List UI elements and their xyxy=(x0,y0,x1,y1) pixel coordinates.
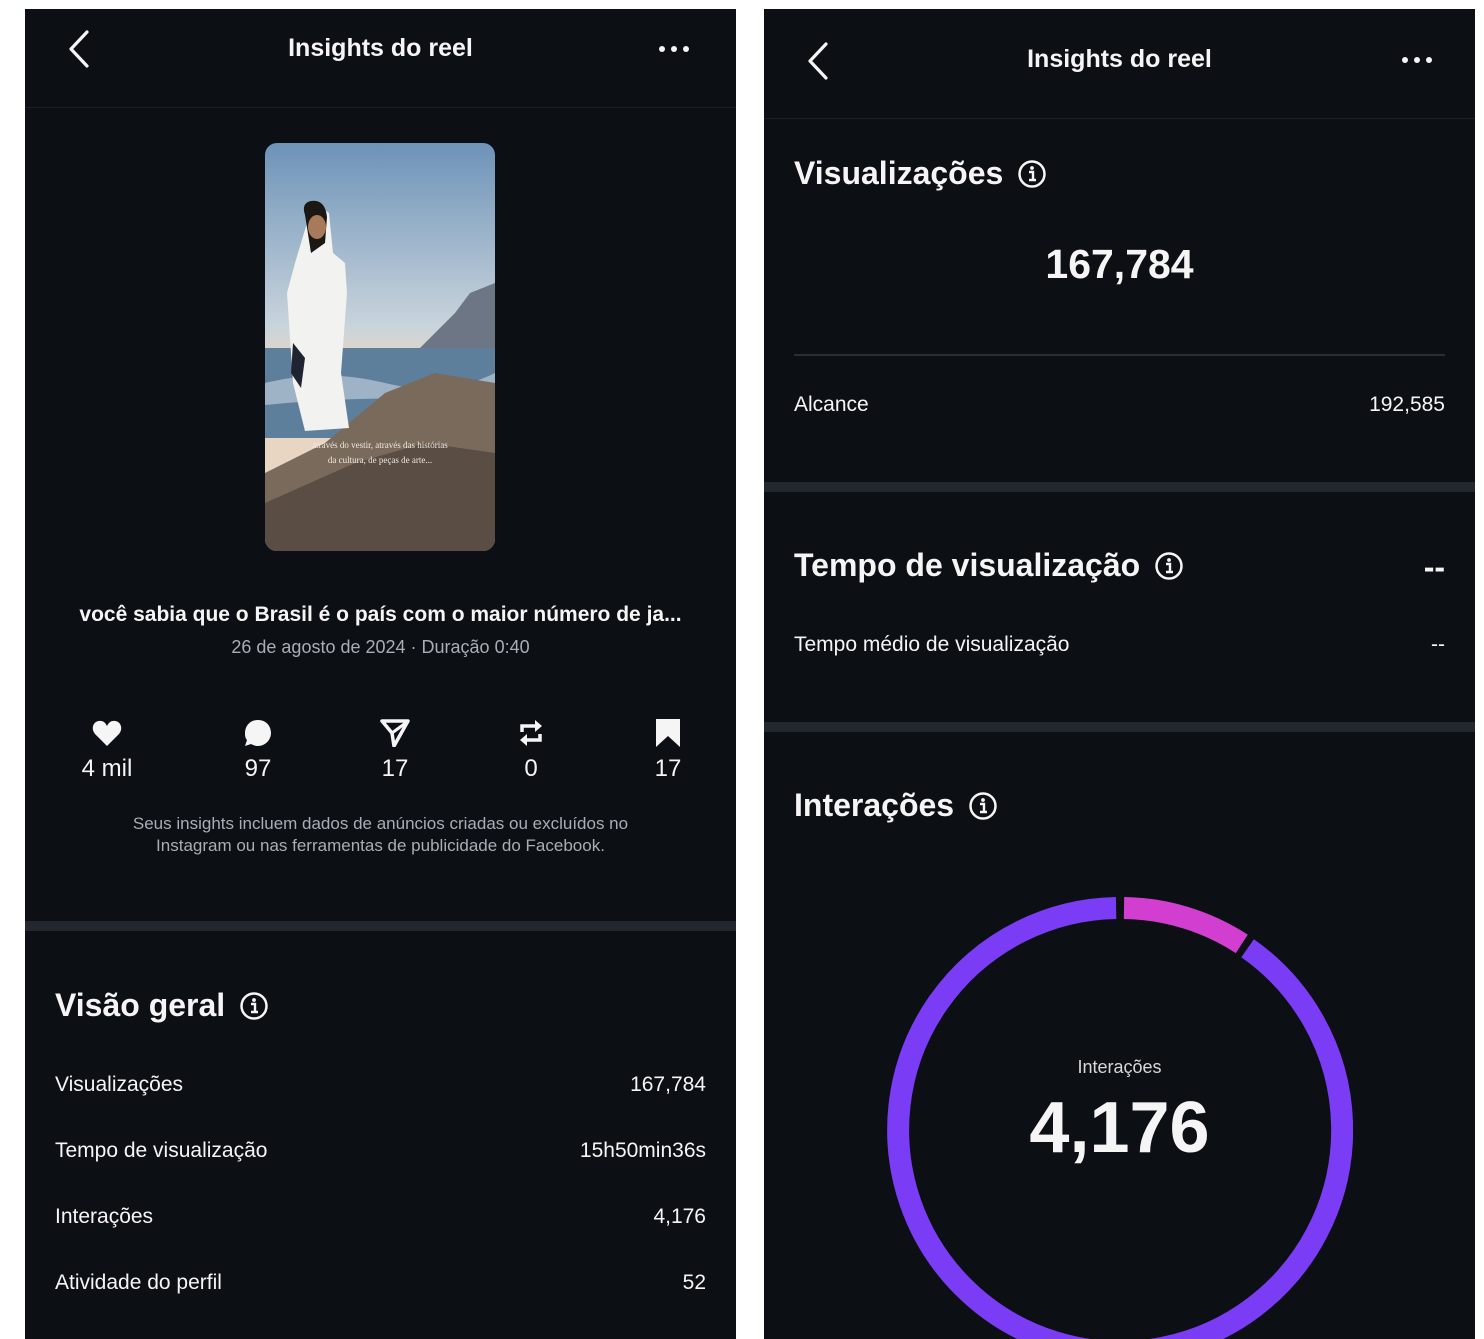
info-icon[interactable] xyxy=(1154,551,1184,581)
overview-row-profile-activity[interactable]: Atividade do perfil 52 xyxy=(55,1271,706,1295)
section-divider xyxy=(25,921,736,931)
stat-shares: 17 xyxy=(345,717,445,783)
heart-icon xyxy=(92,720,122,746)
comment-icon xyxy=(245,720,271,746)
left-screen: Insights do reel através do vestir, atra… xyxy=(25,9,736,1339)
page-title: Insights do reel xyxy=(1027,45,1212,73)
reel-image: através do vestir, através das histórias… xyxy=(265,143,495,551)
repost-icon xyxy=(520,720,542,746)
interactions-title: Interações xyxy=(794,787,998,824)
watch-time-title: Tempo de visualização xyxy=(794,547,1184,584)
stat-saves: 17 xyxy=(618,717,718,783)
info-icon[interactable] xyxy=(1017,159,1047,189)
reel-date-duration: 26 de agosto de 2024 · Duração 0:40 xyxy=(231,637,530,657)
stat-value: 17 xyxy=(381,755,409,782)
ads-disclaimer: Seus insights incluem dados de anúncios … xyxy=(132,814,629,855)
more-icon xyxy=(1402,57,1432,63)
stat-value: 0 xyxy=(524,755,538,782)
reach-row[interactable]: Alcance 192,585 xyxy=(794,393,1445,417)
overview-row-watch-time[interactable]: Tempo de visualização 15h50min36s xyxy=(55,1139,706,1163)
header: Insights do reel xyxy=(764,9,1475,119)
overview-row-interactions[interactable]: Interações 4,176 xyxy=(55,1205,706,1229)
header: Insights do reel xyxy=(25,9,736,108)
info-icon[interactable] xyxy=(968,791,998,821)
donut-value: 4,176 xyxy=(1029,1088,1210,1168)
donut-segment-secondary xyxy=(1123,897,1248,954)
info-icon[interactable] xyxy=(239,991,269,1021)
right-screen: Insights do reel Visualizações 167,784 A… xyxy=(764,9,1475,1339)
stat-reposts: 0 xyxy=(481,717,581,783)
reel-caption: você sabia que o Brasil é o país com o m… xyxy=(79,603,682,626)
overview-row-views[interactable]: Visualizações 167,784 xyxy=(55,1073,706,1097)
stat-comments: 97 xyxy=(208,717,308,783)
page-title: Insights do reel xyxy=(288,34,473,62)
separator xyxy=(794,354,1445,356)
more-options-button[interactable] xyxy=(1399,48,1439,72)
views-value: 167,784 xyxy=(1045,241,1194,287)
stat-value: 4 mil xyxy=(81,755,133,782)
section-divider xyxy=(764,722,1475,732)
more-options-button[interactable] xyxy=(656,37,696,61)
stat-value: 97 xyxy=(244,755,272,782)
share-icon xyxy=(380,719,410,747)
views-title: Visualizações xyxy=(794,155,1047,192)
stat-likes: 4 mil xyxy=(57,717,157,783)
thumbnail-text: através do vestir, através das histórias xyxy=(312,440,448,450)
overview-title: Visão geral xyxy=(55,987,269,1024)
reel-thumbnail[interactable]: através do vestir, através das histórias… xyxy=(265,143,495,551)
more-icon xyxy=(659,46,689,52)
thumbnail-text: da cultura, de peças de arte... xyxy=(328,455,432,465)
bookmark-icon xyxy=(656,719,680,747)
section-divider xyxy=(764,482,1475,492)
stat-value: 17 xyxy=(654,755,682,782)
watch-time-value: -- xyxy=(1423,549,1445,585)
donut-label: Interações xyxy=(1077,1057,1162,1077)
avg-watch-time-row[interactable]: Tempo médio de visualização -- xyxy=(794,633,1445,657)
